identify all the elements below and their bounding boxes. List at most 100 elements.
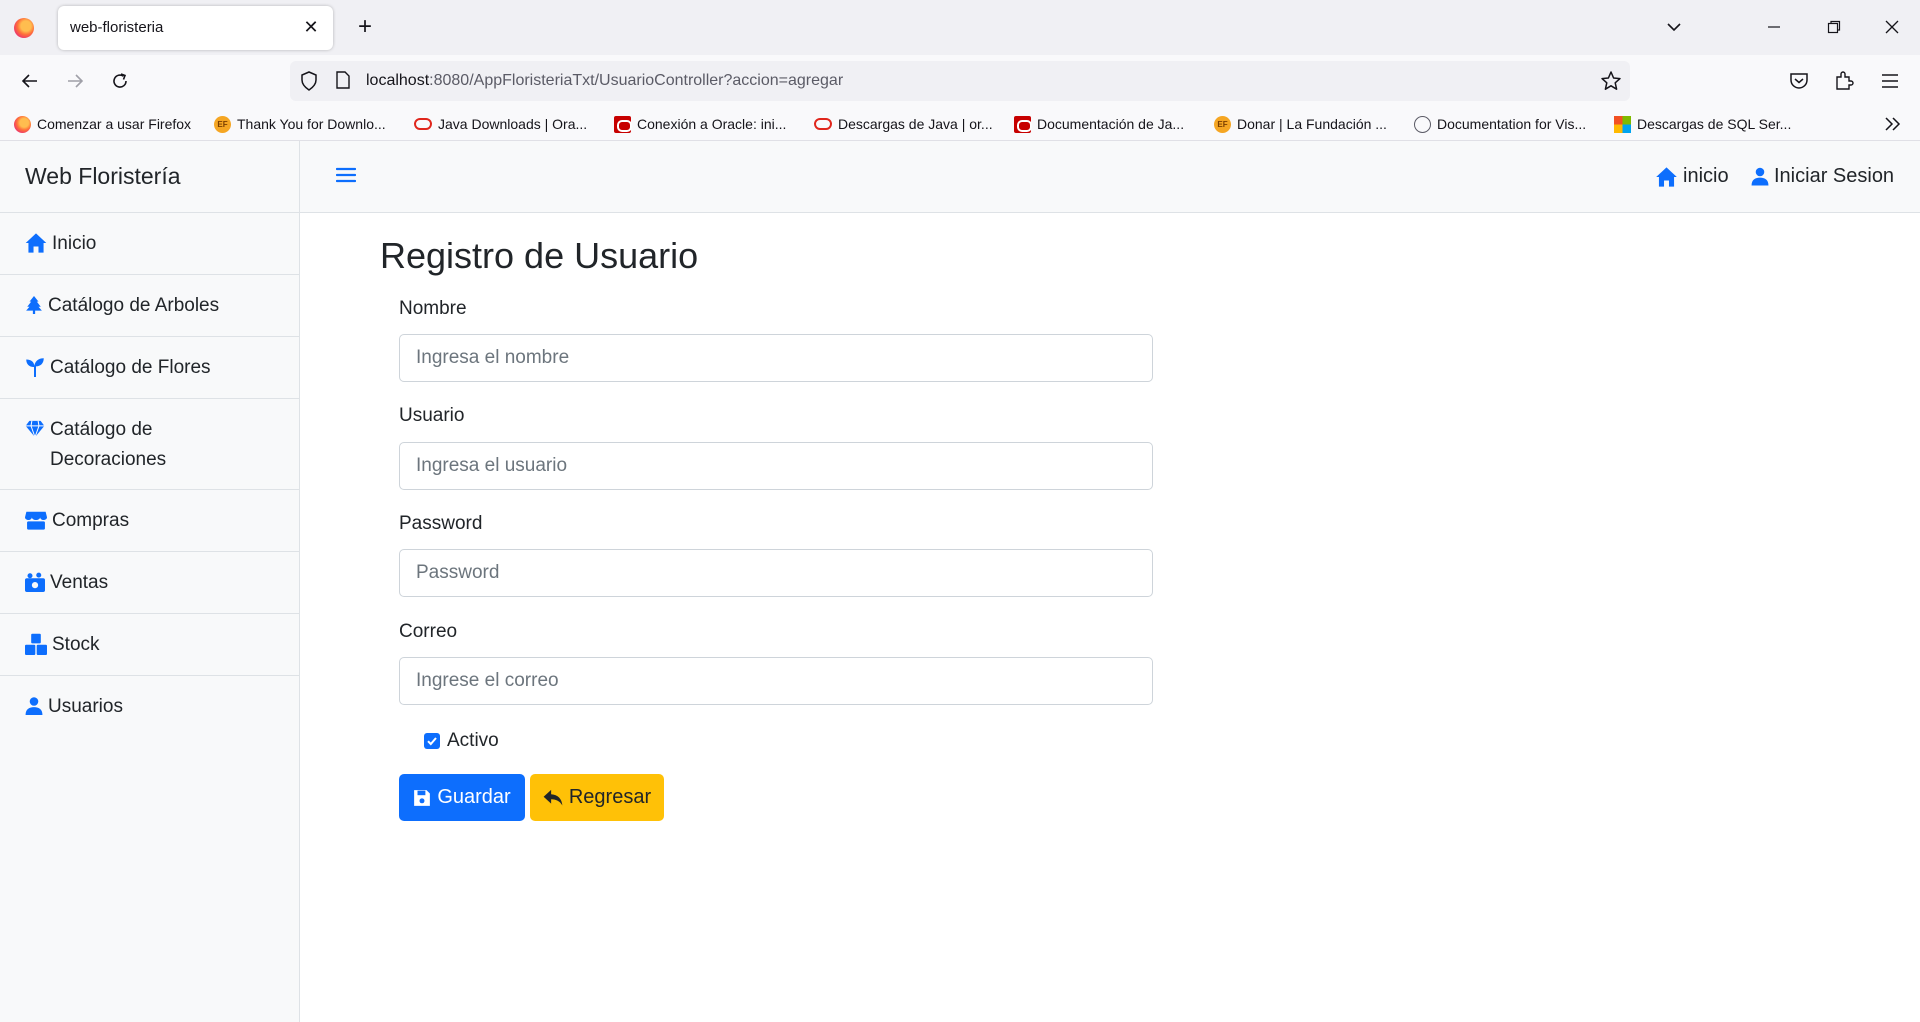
extensions-icon[interactable] bbox=[1828, 65, 1860, 97]
globe-icon bbox=[1414, 115, 1431, 133]
sidebar-toggle-icon[interactable] bbox=[336, 165, 356, 185]
bookmark-label: Conexión a Oracle: ini... bbox=[637, 116, 787, 132]
activo-row: Activo bbox=[424, 730, 499, 752]
pocket-icon[interactable] bbox=[1783, 65, 1815, 97]
sidebar-item-label: Compras bbox=[52, 510, 130, 531]
usuario-input[interactable] bbox=[399, 442, 1153, 490]
url-host: localhost bbox=[366, 72, 430, 89]
bookmark-item[interactable]: Java Downloads | Ora... bbox=[414, 113, 587, 135]
bookmark-label: Documentación de Ja... bbox=[1037, 116, 1185, 132]
more-bookmarks-chevron-icon[interactable] bbox=[1884, 113, 1902, 135]
url-text[interactable]: localhost:8080/AppFloristeriaTxt/Usuario… bbox=[366, 72, 843, 90]
oracle-icon bbox=[814, 118, 832, 130]
bookmark-label: Descargas de Java | or... bbox=[838, 116, 993, 132]
reload-icon[interactable] bbox=[104, 65, 136, 97]
tab-close-icon[interactable]: ✕ bbox=[299, 15, 323, 39]
checkmark-icon bbox=[427, 737, 437, 746]
shop-icon bbox=[25, 511, 47, 530]
password-input[interactable] bbox=[399, 549, 1153, 597]
save-button-label: Guardar bbox=[437, 786, 511, 808]
cash-icon bbox=[25, 572, 45, 592]
browser-tab[interactable]: web-floristeria ✕ bbox=[58, 6, 333, 50]
firefox-icon bbox=[14, 115, 31, 133]
bookmark-label: Descargas de SQL Ser... bbox=[1637, 116, 1792, 132]
bookmark-item[interactable]: Descargas de Java | or... bbox=[814, 113, 993, 135]
bookmark-label: Comenzar a usar Firefox bbox=[37, 116, 192, 132]
password-label: Password bbox=[399, 513, 483, 534]
bookmark-label: Donar | La Fundación ... bbox=[1237, 116, 1387, 132]
url-bar[interactable]: localhost:8080/AppFloristeriaTxt/Usuario… bbox=[290, 61, 1630, 101]
sidebar-item-label: Catálogo de Decoraciones bbox=[50, 419, 167, 470]
usuario-label: Usuario bbox=[399, 405, 465, 426]
bookmark-item[interactable]: Documentation for Vis... bbox=[1414, 113, 1586, 135]
home-link[interactable]: inicio bbox=[1655, 165, 1729, 188]
close-window-icon[interactable] bbox=[1874, 10, 1910, 44]
house-icon bbox=[25, 233, 47, 253]
save-button[interactable]: Guardar bbox=[399, 774, 525, 821]
oracle-box-icon bbox=[614, 115, 632, 133]
sidebar-item-flores[interactable]: Catálogo de Flores bbox=[0, 337, 299, 399]
tab-title: web-floristeria bbox=[70, 19, 164, 36]
firefox-menu-icon[interactable] bbox=[14, 18, 34, 38]
correo-label: Correo bbox=[399, 621, 458, 642]
ef-icon: EF bbox=[214, 115, 231, 133]
bookmark-item[interactable]: Comenzar a usar Firefox bbox=[14, 113, 191, 135]
nombre-input[interactable] bbox=[399, 334, 1153, 382]
login-link[interactable]: Iniciar Sesion bbox=[1751, 165, 1894, 188]
ef-icon: EF bbox=[1214, 115, 1231, 133]
floppy-icon bbox=[414, 789, 431, 806]
sidebar-item-usuarios[interactable]: Usuarios bbox=[0, 676, 299, 737]
sidebar-item-stock[interactable]: Stock bbox=[0, 614, 299, 676]
boxes-icon bbox=[25, 633, 47, 655]
bookmark-item[interactable]: EF Thank You for Downlo... bbox=[214, 113, 386, 135]
new-tab-button[interactable]: + bbox=[350, 12, 380, 42]
back-button-label: Regresar bbox=[568, 786, 652, 808]
shield-icon[interactable] bbox=[300, 71, 318, 96]
sidebar-item-inicio[interactable]: Inicio bbox=[0, 213, 299, 275]
bookmark-item[interactable]: Documentación de Ja... bbox=[1014, 113, 1184, 135]
microsoft-icon bbox=[1614, 115, 1631, 133]
app-topbar: inicio Iniciar Sesion bbox=[300, 141, 1920, 213]
nombre-label: Nombre bbox=[399, 298, 467, 319]
sidebar-item-compras[interactable]: Compras bbox=[0, 490, 299, 552]
bookmark-item[interactable]: EF Donar | La Fundación ... bbox=[1214, 113, 1387, 135]
activo-label[interactable]: Activo bbox=[447, 730, 499, 752]
back-button[interactable]: Regresar bbox=[530, 774, 664, 821]
sprout-icon bbox=[26, 358, 44, 377]
restore-icon[interactable] bbox=[1816, 10, 1852, 44]
browser-tab-bar: web-floristeria ✕ + bbox=[0, 0, 1920, 55]
sidebar-item-label: Catálogo de Flores bbox=[50, 357, 211, 378]
hamburger-menu-icon[interactable] bbox=[1874, 65, 1906, 97]
bookmark-star-icon[interactable] bbox=[1600, 70, 1622, 97]
brand[interactable]: Web Floristería bbox=[0, 141, 299, 213]
login-link-label: Iniciar Sesion bbox=[1774, 165, 1895, 187]
sidebar-item-label: Ventas bbox=[50, 572, 109, 593]
bookmark-label: Documentation for Vis... bbox=[1437, 116, 1587, 132]
page-icon[interactable] bbox=[336, 71, 350, 94]
sidebar-item-arboles[interactable]: Catálogo de Arboles bbox=[0, 275, 299, 337]
bookmark-item[interactable]: Conexión a Oracle: ini... bbox=[614, 113, 786, 135]
sidebar-item-label: Usuarios bbox=[48, 696, 123, 717]
correo-input[interactable] bbox=[399, 657, 1153, 705]
oracle-box-icon bbox=[1014, 115, 1032, 133]
url-path: :8080/AppFloristeriaTxt/UsuarioControlle… bbox=[429, 72, 844, 89]
minimize-icon[interactable] bbox=[1756, 10, 1792, 44]
tree-icon bbox=[26, 296, 42, 314]
sidebar-item-label: Catálogo de Arboles bbox=[48, 295, 220, 316]
page-title: Registro de Usuario bbox=[380, 235, 699, 276]
user-icon bbox=[1751, 167, 1769, 186]
back-arrow-icon[interactable] bbox=[14, 65, 46, 97]
activo-checkbox[interactable] bbox=[424, 733, 440, 749]
browser-toolbar: localhost:8080/AppFloristeriaTxt/Usuario… bbox=[0, 55, 1920, 107]
reply-arrow-icon bbox=[543, 789, 563, 805]
sidebar-item-ventas[interactable]: Ventas bbox=[0, 552, 299, 614]
bookmark-label: Thank You for Downlo... bbox=[237, 116, 386, 132]
forward-arrow-icon[interactable] bbox=[59, 65, 91, 97]
house-icon bbox=[1656, 166, 1677, 187]
sidebar-item-decoraciones[interactable]: Catálogo de Decoraciones bbox=[0, 399, 299, 490]
list-all-tabs-icon[interactable] bbox=[1656, 10, 1692, 44]
home-link-label: inicio bbox=[1683, 165, 1729, 187]
bookmark-item[interactable]: Descargas de SQL Ser... bbox=[1614, 113, 1791, 135]
bookmarks-toolbar: Comenzar a usar Firefox EF Thank You for … bbox=[0, 107, 1920, 141]
user-icon bbox=[25, 697, 43, 715]
